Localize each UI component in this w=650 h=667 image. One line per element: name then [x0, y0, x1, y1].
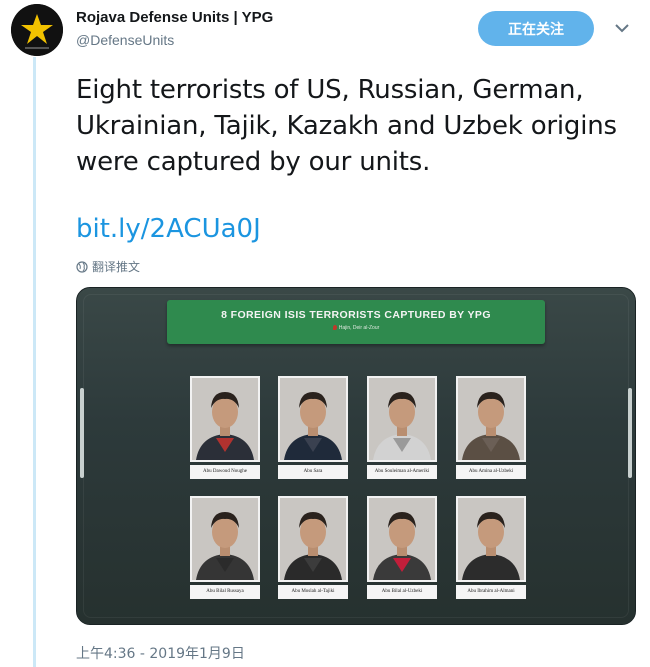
captive-card: Abu Bilal Russaya — [190, 496, 260, 599]
captive-name: Abu Sara — [278, 465, 348, 479]
avatar[interactable] — [11, 4, 63, 56]
translate-label: 翻译推文 — [92, 260, 141, 274]
captive-name: Abu Dawoud Noughe — [190, 465, 260, 479]
thread-line — [33, 57, 36, 667]
media-side-tab-right — [628, 388, 632, 478]
captive-name: Abu Bilal al-Uzbeki — [367, 585, 437, 599]
captive-card: Abu Dawoud Noughe — [190, 376, 260, 479]
captive-photo — [456, 376, 526, 462]
following-button[interactable]: 正在关注 — [478, 11, 594, 46]
tweet-link[interactable]: bit.ly/2ACUa0J — [76, 214, 261, 244]
banner-title: 8 FOREIGN ISIS TERRORISTS CAPTURED BY YP… — [221, 309, 491, 321]
captive-photo — [190, 496, 260, 582]
star-icon — [11, 4, 63, 56]
captive-card: Abu Moslah al-Tajiki — [278, 496, 348, 599]
tweet-media-image[interactable]: 8 FOREIGN ISIS TERRORISTS CAPTURED BY YP… — [76, 287, 636, 625]
captive-photo — [278, 496, 348, 582]
account-display-name[interactable]: Rojava Defense Units | YPG — [76, 9, 273, 26]
chevron-down-icon[interactable] — [614, 22, 630, 34]
location-pin-icon — [332, 325, 337, 331]
captive-card: Abu Ibrahim al-Almani — [456, 496, 526, 599]
captive-name: Abu Souleiman al-Ameriki — [367, 465, 437, 479]
captive-card: Abu Sara — [278, 376, 348, 479]
translate-tweet[interactable]: 翻译推文 — [76, 258, 140, 275]
media-side-tab-left — [80, 388, 84, 478]
account-handle[interactable]: @DefenseUnits — [76, 32, 174, 48]
captive-photo — [190, 376, 260, 462]
captive-name: Abu Bilal Russaya — [190, 585, 260, 599]
captive-name: Abu Amina al-Uzbeki — [456, 465, 526, 479]
captive-photo — [278, 376, 348, 462]
banner-location: Hajin, Deir al-Zour — [338, 325, 380, 331]
captive-photo — [456, 496, 526, 582]
captive-name: Abu Ibrahim al-Almani — [456, 585, 526, 599]
captive-photo — [367, 376, 437, 462]
captive-name: Abu Moslah al-Tajiki — [278, 585, 348, 599]
captive-card: Abu Amina al-Uzbeki — [456, 376, 526, 479]
media-banner: 8 FOREIGN ISIS TERRORISTS CAPTURED BY YP… — [167, 300, 545, 344]
banner-subtitle: Hajin, Deir al-Zour — [167, 325, 545, 331]
captive-photo — [367, 496, 437, 582]
tweet-timestamp[interactable]: 上午4:36 - 2019年1月9日 — [76, 643, 245, 663]
tweet-text: Eight terrorists of US, Russian, German,… — [76, 75, 617, 177]
captive-card: Abu Souleiman al-Ameriki — [367, 376, 437, 479]
globe-icon — [76, 260, 88, 273]
captive-card: Abu Bilal al-Uzbeki — [367, 496, 437, 599]
